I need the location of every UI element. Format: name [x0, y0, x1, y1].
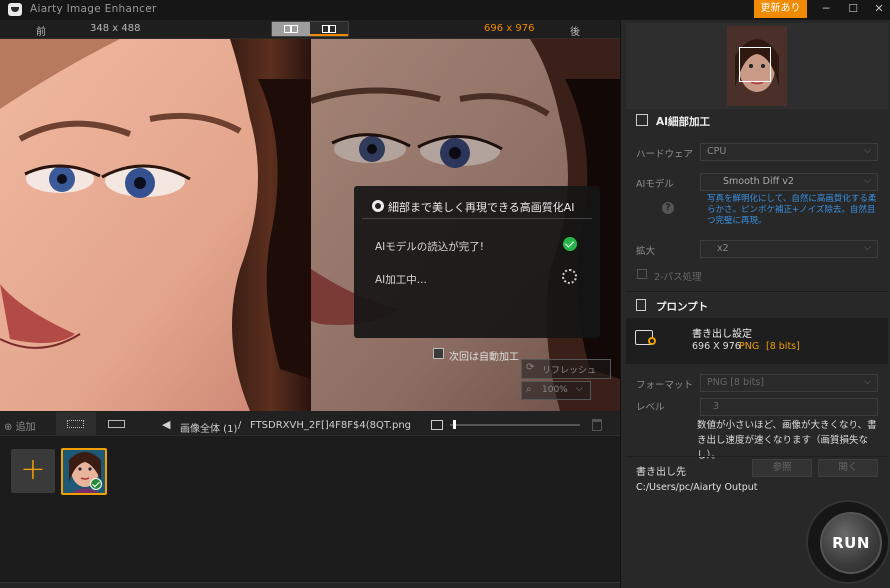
check-icon — [563, 237, 577, 251]
slider-handle[interactable] — [452, 420, 456, 429]
thumbnail-size-slider[interactable] — [450, 424, 580, 426]
model-value: Smooth Diff v2 — [723, 176, 794, 187]
image-icon — [431, 420, 443, 430]
chevron-down-icon: ⌵ — [576, 384, 583, 394]
breadcrumb-all[interactable]: 画像全体 (1) — [180, 420, 237, 435]
prompt-icon — [636, 299, 646, 311]
list-view-button[interactable] — [97, 412, 135, 435]
side-by-side-icon — [322, 25, 336, 33]
close-icon[interactable]: ✕ — [868, 2, 890, 16]
level-value: 3 — [713, 401, 720, 412]
spinner-icon — [562, 269, 577, 284]
shutter-icon — [372, 200, 384, 212]
after-size: 696 x 976 — [484, 23, 535, 34]
model-loaded-text: AIモデルの読込が完了! — [375, 241, 484, 253]
processing-text: AI加工中... — [375, 274, 427, 286]
maximize-icon[interactable]: ☐ — [842, 2, 864, 16]
ai-enhance-icon — [636, 114, 648, 126]
model-label: AIモデル — [636, 179, 674, 190]
split-view-button[interactable] — [272, 22, 310, 36]
output-label: 書き出し先 — [636, 467, 686, 478]
refresh-icon: ⟳ — [526, 362, 535, 373]
divider — [626, 291, 888, 292]
refresh-button[interactable]: ⟳ リフレッシュ — [521, 359, 611, 379]
done-check-icon — [90, 478, 102, 490]
hardware-label: ハードウェア — [636, 149, 694, 160]
divider — [626, 456, 888, 457]
after-label: 後 — [570, 27, 580, 38]
open-folder-button[interactable]: 開く — [818, 459, 878, 477]
hardware-value: CPU — [707, 146, 727, 157]
app-title: Aiarty Image Enhancer — [30, 3, 157, 15]
auto-process-label: 次回は自動加工 — [449, 352, 519, 363]
breadcrumb-file: FTSDRXVH_2F[]4F8F$4(8QT.png — [250, 420, 412, 431]
list-icon — [108, 420, 125, 428]
zoom-icon: ⌕ — [526, 384, 532, 395]
add-image-tile[interactable]: + — [11, 449, 55, 493]
chevron-down-icon: ⌵ — [864, 377, 871, 387]
grid-view-button[interactable] — [56, 412, 96, 435]
chevron-down-icon: ⌵ — [864, 243, 871, 253]
chevron-down-icon: ⌵ — [864, 146, 871, 156]
plus-icon: ⊕ — [4, 422, 16, 433]
add-label: 追加 — [15, 422, 36, 433]
hardware-dropdown[interactable]: CPU ⌵ — [700, 143, 878, 161]
logo-icon — [8, 3, 22, 16]
export-format: PNG — [739, 341, 760, 352]
two-pass-label: 2-パス処理 — [654, 272, 702, 283]
help-icon[interactable]: ? — [662, 202, 674, 214]
update-button[interactable]: 更新あり — [754, 0, 807, 18]
ai-section-title: AI細部加工 — [656, 116, 711, 128]
export-title: 書き出し設定 — [692, 329, 752, 340]
model-dropdown[interactable]: Smooth Diff v2 ⌵ — [700, 173, 878, 191]
export-dims: 696 X 976 — [692, 341, 741, 352]
level-input[interactable]: 3 — [700, 398, 878, 416]
zoom-value: 100% — [542, 385, 568, 395]
side-by-side-button[interactable] — [310, 22, 348, 36]
split-view-icon — [284, 25, 298, 33]
breadcrumb-separator: / — [238, 420, 242, 431]
trash-icon[interactable] — [592, 419, 602, 431]
level-label: レベル — [636, 402, 665, 413]
scale-dropdown[interactable]: x2 ⌵ — [700, 240, 878, 258]
scale-label: 拡大 — [636, 246, 656, 257]
minimize-icon[interactable]: ─ — [815, 2, 837, 16]
export-bits: [8 bits] — [766, 341, 800, 352]
browse-button[interactable]: 参照 — [752, 459, 812, 477]
grid-icon — [67, 420, 84, 428]
format-value: PNG [8 bits] — [707, 377, 765, 388]
before-label: 前 — [36, 27, 46, 38]
add-button[interactable]: ⊕ 追加 — [4, 418, 36, 433]
output-path: C:/Users/pc/Aiarty Output — [636, 482, 758, 493]
back-arrow-icon[interactable]: ◀ — [162, 418, 170, 431]
chevron-down-icon[interactable]: ⌵ — [146, 1, 154, 12]
auto-process-checkbox[interactable] — [433, 348, 444, 359]
format-dropdown[interactable]: PNG [8 bits] ⌵ — [700, 374, 878, 392]
dialog-divider — [362, 218, 592, 219]
dialog-title: 細部まで美しく再現できる高画質化AI — [388, 201, 575, 214]
prompt-section-title[interactable]: プロンプト — [656, 299, 708, 314]
status-strip — [0, 582, 620, 588]
chevron-down-icon: ⌵ — [864, 176, 871, 186]
refresh-label: リフレッシュ — [542, 366, 597, 376]
format-label: フォーマット — [636, 380, 694, 391]
view-toggle — [271, 21, 349, 37]
navigator-frame[interactable] — [739, 47, 771, 82]
gear-icon — [648, 337, 656, 345]
two-pass-checkbox[interactable] — [637, 269, 647, 279]
zoom-control[interactable]: ⌕ 100% ⌵ — [521, 381, 591, 400]
model-description: 写真を鮮明化にして、自然に高画質化する柔らかさ。ピンボケ補正+ノイズ除去。自然且… — [707, 194, 877, 226]
run-button[interactable]: RUN — [820, 512, 882, 574]
before-size: 348 x 488 — [90, 23, 141, 34]
scale-value: x2 — [717, 243, 729, 254]
processing-dialog: 細部まで美しく再現できる高画質化AI AIモデルの読込が完了! AI加工中... — [354, 186, 600, 338]
